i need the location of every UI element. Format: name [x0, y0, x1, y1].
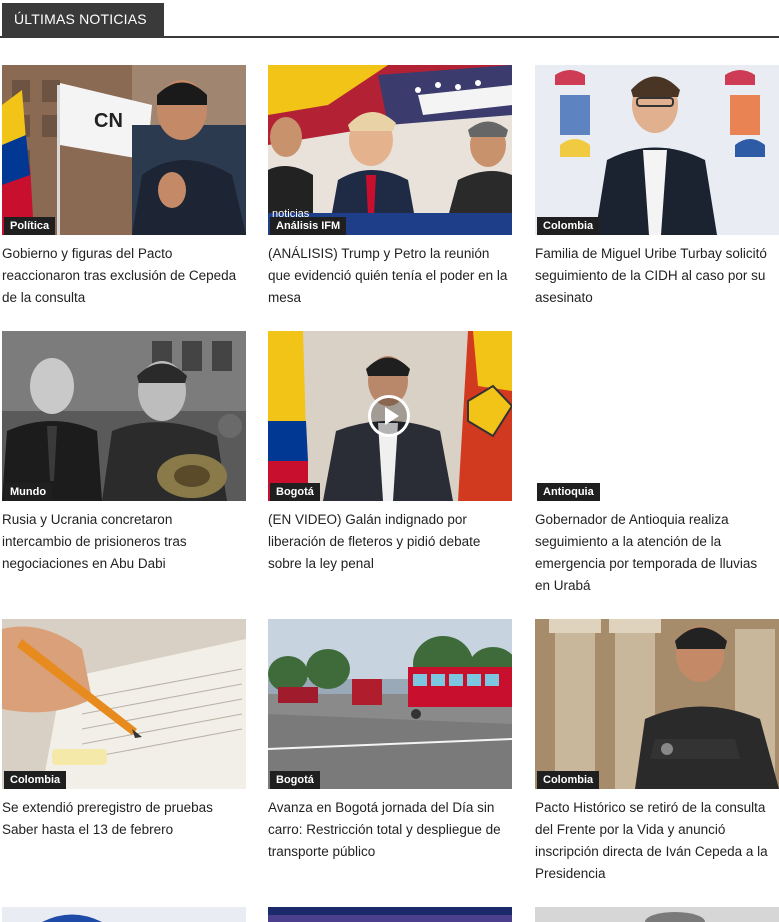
section-header: ÚLTIMAS NOTICIAS [0, 0, 779, 38]
category-badge[interactable]: Política [4, 217, 56, 235]
play-icon[interactable] [368, 395, 410, 437]
news-thumbnail[interactable]: CN Política [2, 65, 246, 235]
news-headline[interactable]: Se extendió preregistro de pruebas Saber… [2, 797, 246, 841]
news-card[interactable]: noticias Análisis IFM (ANÁLISIS) Trump y… [268, 65, 512, 309]
category-badge[interactable]: Antioquia [537, 483, 600, 501]
category-badge[interactable]: Bogotá [270, 483, 320, 501]
news-headline[interactable]: Pacto Histórico se retiró de la consulta… [535, 797, 779, 885]
news-thumbnail[interactable]: Colombia [535, 65, 779, 235]
category-badge[interactable]: Colombia [4, 771, 67, 789]
news-thumbnail[interactable]: noticias Análisis IFM [268, 65, 512, 235]
news-thumbnail[interactable] [268, 907, 512, 922]
category-badge[interactable]: Bogotá [270, 771, 320, 789]
news-card[interactable]: Bogotá Avanza en Bogotá jornada del Día … [268, 619, 512, 863]
news-card[interactable]: Antioquia Gobernador de Antioquia realiz… [535, 331, 779, 597]
news-headline[interactable]: (ANÁLISIS) Trump y Petro la reunión que … [268, 243, 512, 309]
news-thumbnail[interactable] [535, 907, 779, 922]
news-card[interactable]: Colombia Pacto Histórico se retiró de la… [535, 619, 779, 885]
news-headline[interactable]: Rusia y Ucrania concretaron intercambio … [2, 509, 246, 575]
news-thumbnail[interactable]: Colombia [2, 619, 246, 789]
category-badge[interactable]: Colombia [537, 771, 600, 789]
section-title: ÚLTIMAS NOTICIAS [2, 3, 164, 36]
news-card[interactable]: Colombia Se extendió preregistro de prue… [2, 619, 246, 841]
news-card[interactable] [535, 907, 779, 922]
news-headline[interactable]: Gobernador de Antioquia realiza seguimie… [535, 509, 779, 597]
news-thumbnail[interactable]: Mundo [2, 331, 246, 501]
news-thumbnail[interactable]: Bogotá [268, 331, 512, 501]
category-badge[interactable]: Colombia [537, 217, 600, 235]
news-headline[interactable]: (EN VIDEO) Galán indignado por liberació… [268, 509, 512, 575]
news-thumbnail[interactable] [2, 907, 246, 922]
news-headline[interactable]: Gobierno y figuras del Pacto reaccionaro… [2, 243, 246, 309]
news-card[interactable]: Colombia Familia de Miguel Uribe Turbay … [535, 65, 779, 309]
logo-text: CN [94, 110, 123, 132]
category-badge[interactable]: Mundo [4, 483, 53, 501]
news-thumbnail[interactable]: Bogotá [268, 619, 512, 789]
news-thumbnail[interactable]: Colombia [535, 619, 779, 789]
category-badge[interactable]: Análisis IFM [270, 217, 347, 235]
news-card[interactable] [268, 907, 512, 922]
news-headline[interactable]: Familia de Miguel Uribe Turbay solicitó … [535, 243, 779, 309]
news-thumbnail[interactable]: Antioquia [535, 331, 779, 501]
news-card[interactable]: Bogotá (EN VIDEO) Galán indignado por li… [268, 331, 512, 575]
news-card[interactable]: Mundo Rusia y Ucrania concretaron interc… [2, 331, 246, 575]
news-card[interactable] [2, 907, 246, 922]
news-headline[interactable]: Avanza en Bogotá jornada del Día sin car… [268, 797, 512, 863]
news-card[interactable]: CN Política Gobierno y figuras del Pacto… [2, 65, 246, 309]
